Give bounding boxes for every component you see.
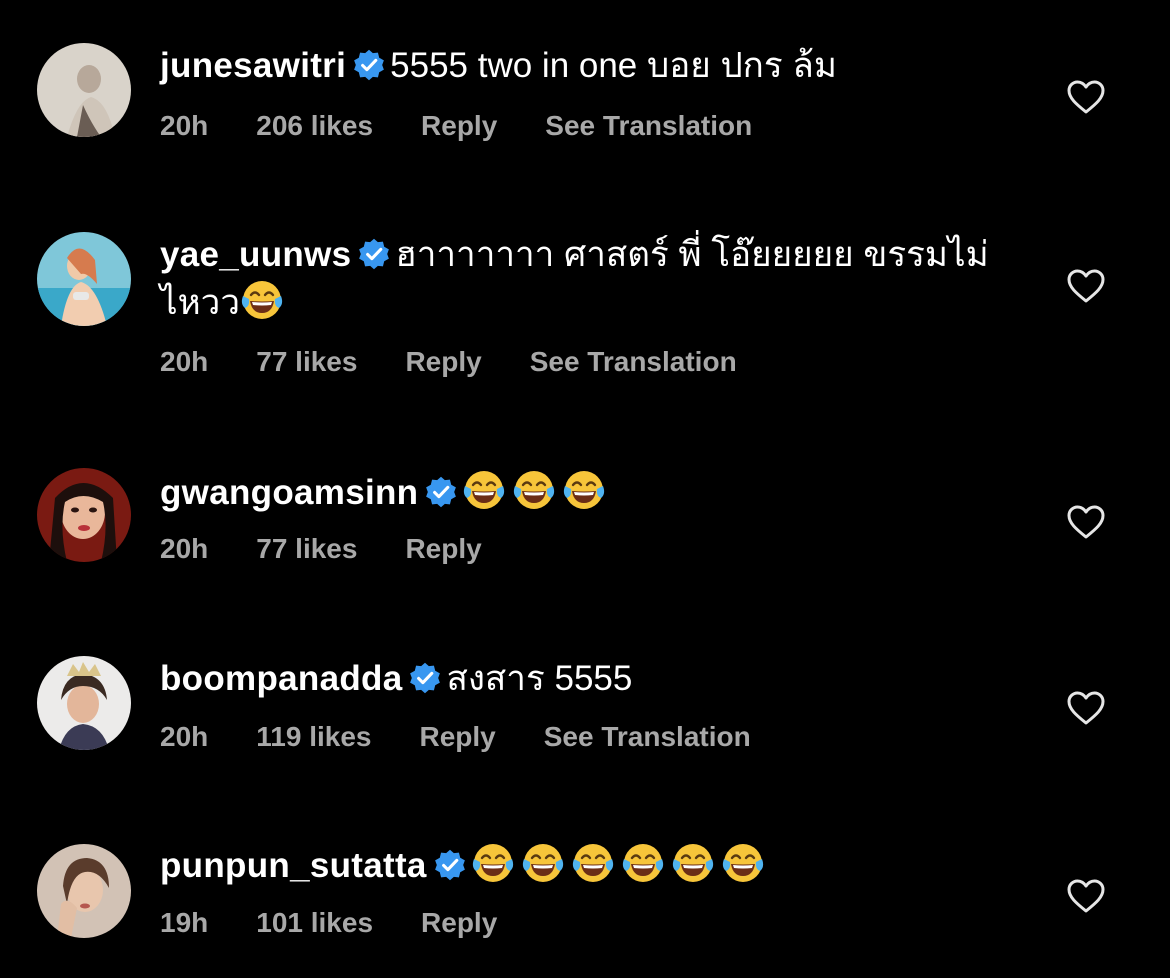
- avatar[interactable]: [37, 468, 131, 562]
- comment-username[interactable]: boompanadda: [160, 659, 402, 698]
- avatar[interactable]: [37, 43, 131, 137]
- comment-text: 5555 two in one บอย ปกร ล้ม: [390, 46, 837, 85]
- avatar[interactable]: [37, 232, 131, 326]
- comment-line: boompanadda สงสาร 5555: [160, 656, 1040, 702]
- face-with-tears-of-joy-emoji: [721, 841, 765, 885]
- comment-line: yae_uunws ฮาาาาาาา ศาสตร์ พี่ โอ๊ยยยยย ขร…: [160, 232, 1040, 326]
- comment-meta: 19h 101 likes Reply: [160, 907, 545, 939]
- reply-button[interactable]: Reply: [405, 533, 481, 565]
- face-with-tears-of-joy-emoji: [562, 468, 606, 512]
- avatar[interactable]: [37, 844, 131, 938]
- comment-meta: 20h 119 likes Reply See Translation: [160, 721, 799, 753]
- comment-line: junesawitri 5555 two in one บอย ปกร ล้ม: [160, 43, 1040, 89]
- comment-time: 20h: [160, 346, 209, 377]
- heart-outline-icon[interactable]: [1066, 504, 1106, 540]
- face-with-tears-of-joy-emoji: [621, 841, 665, 885]
- face-with-tears-of-joy-emoji: [571, 841, 615, 885]
- verified-badge-icon: [408, 661, 442, 695]
- face-with-tears-of-joy-emoji: [671, 841, 715, 885]
- comment-time: 20h: [160, 533, 209, 564]
- heart-outline-icon[interactable]: [1066, 79, 1106, 115]
- verified-badge-icon: [357, 237, 391, 271]
- comment-line: punpun_sutatta: [160, 841, 1040, 889]
- like-count[interactable]: 77 likes: [256, 533, 357, 565]
- comment-username[interactable]: punpun_sutatta: [160, 846, 427, 885]
- heart-outline-icon[interactable]: [1066, 268, 1106, 304]
- reply-button[interactable]: Reply: [405, 346, 481, 378]
- reply-button[interactable]: Reply: [419, 721, 495, 753]
- verified-badge-icon: [352, 48, 386, 82]
- comment-username[interactable]: junesawitri: [160, 46, 346, 85]
- face-with-tears-of-joy-emoji: [471, 841, 515, 885]
- see-translation-button[interactable]: See Translation: [545, 110, 752, 142]
- comment-time: 19h: [160, 907, 209, 938]
- face-with-tears-of-joy-emoji: [462, 468, 506, 512]
- see-translation-button[interactable]: See Translation: [530, 346, 737, 378]
- comment-username[interactable]: gwangoamsinn: [160, 473, 418, 512]
- comment-meta: 20h 77 likes Reply See Translation: [160, 346, 785, 378]
- like-count[interactable]: 206 likes: [256, 110, 373, 142]
- comment-username[interactable]: yae_uunws: [160, 235, 351, 274]
- comment-meta: 20h 206 likes Reply See Translation: [160, 110, 800, 142]
- like-count[interactable]: 77 likes: [256, 346, 357, 378]
- avatar[interactable]: [37, 656, 131, 750]
- comment-time: 20h: [160, 110, 209, 141]
- comment-time: 20h: [160, 721, 209, 752]
- like-count[interactable]: 119 likes: [256, 721, 371, 753]
- heart-outline-icon[interactable]: [1066, 878, 1106, 914]
- face-with-tears-of-joy-emoji: [521, 841, 565, 885]
- face-with-tears-of-joy-emoji: [240, 278, 284, 322]
- comment-meta: 20h 77 likes Reply: [160, 533, 530, 565]
- reply-button[interactable]: Reply: [421, 110, 497, 142]
- see-translation-button[interactable]: See Translation: [544, 721, 751, 753]
- face-with-tears-of-joy-emoji: [512, 468, 556, 512]
- reply-button[interactable]: Reply: [421, 907, 497, 939]
- comment-text: สงสาร 5555: [446, 659, 633, 698]
- heart-outline-icon[interactable]: [1066, 690, 1106, 726]
- comment-line: gwangoamsinn: [160, 468, 1040, 516]
- like-count[interactable]: 101 likes: [256, 907, 373, 939]
- verified-badge-icon: [424, 475, 458, 509]
- verified-badge-icon: [433, 848, 467, 882]
